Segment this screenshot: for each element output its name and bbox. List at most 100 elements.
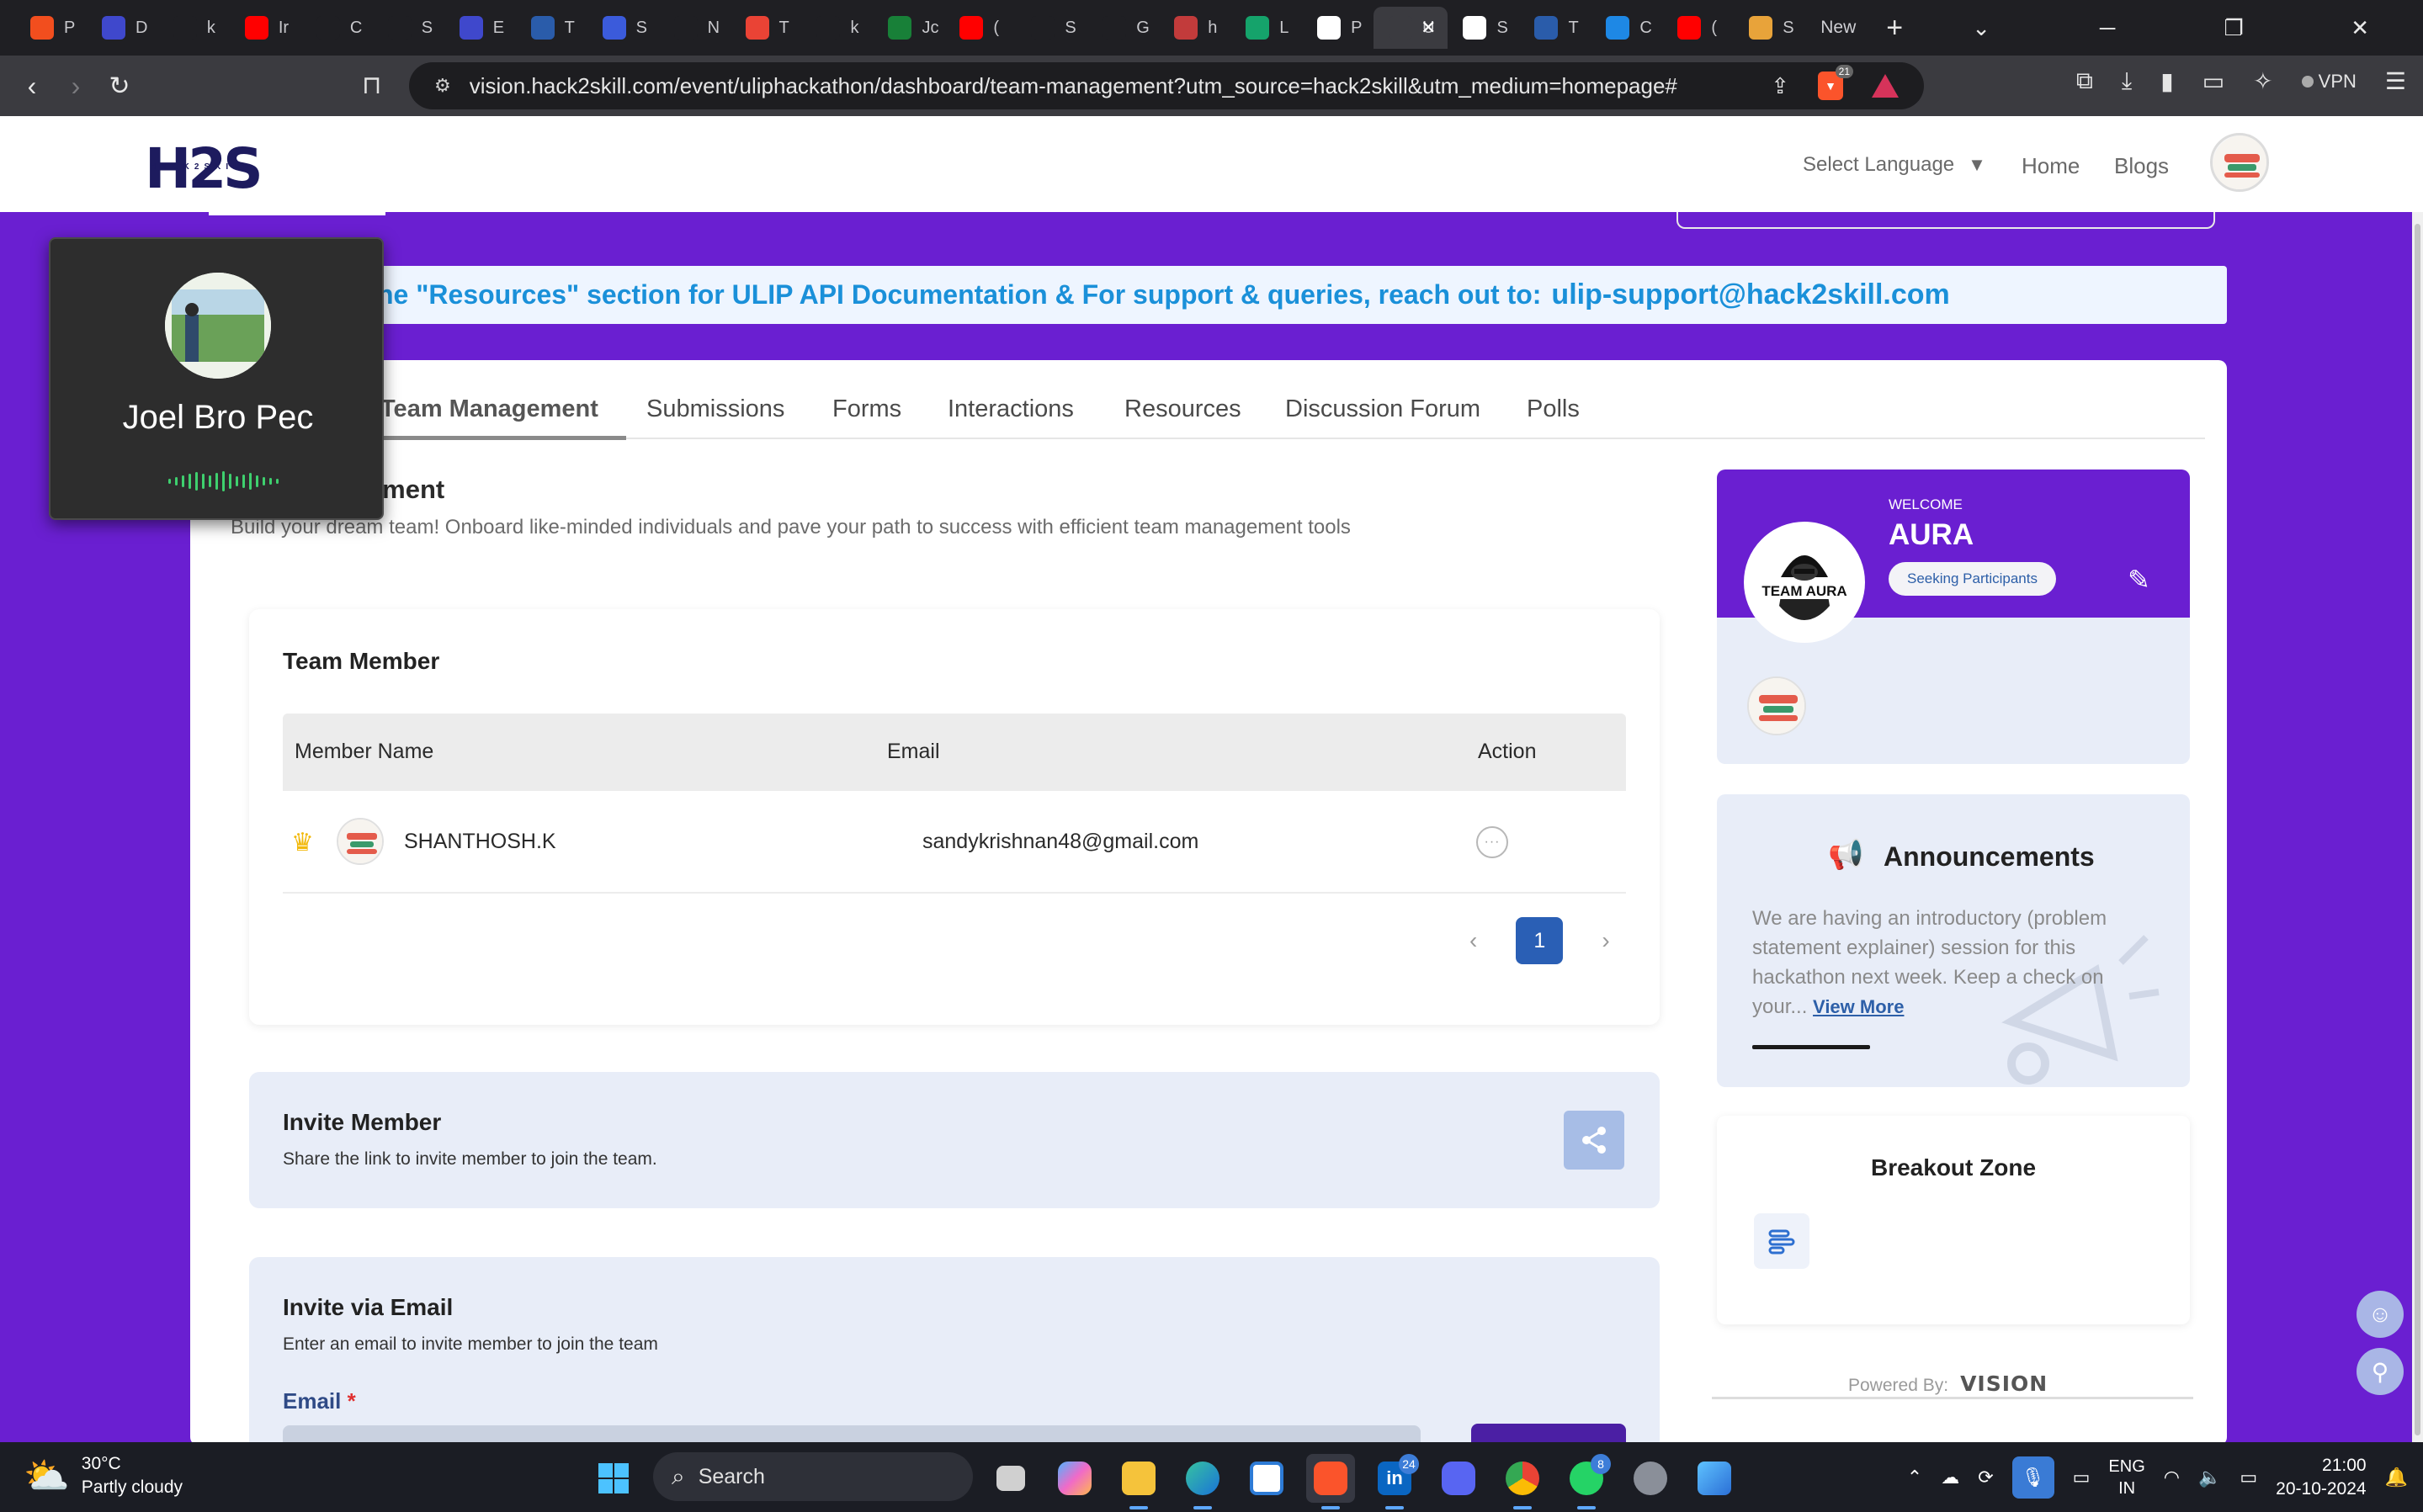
settings-icon[interactable] [1626, 1454, 1675, 1503]
tab-forms[interactable]: Forms [832, 395, 901, 423]
notifications-bell-icon[interactable]: 🔔 [2385, 1467, 2408, 1488]
close-tab-icon[interactable]: ✕ [1421, 17, 1436, 39]
share-icon[interactable] [1564, 1111, 1624, 1170]
page-number-button[interactable]: 1 [1516, 917, 1564, 964]
member-avatar-small[interactable] [1747, 676, 1806, 735]
browser-tab[interactable]: E [444, 7, 516, 49]
weather-widget[interactable]: ⛅ 30°C Partly cloudy [24, 1452, 183, 1499]
back-icon[interactable]: ‹ [10, 71, 54, 102]
start-button[interactable] [589, 1454, 638, 1503]
browser-tab[interactable]: T [516, 7, 587, 49]
close-window-icon[interactable]: ✕ [2297, 15, 2423, 41]
sync-icon[interactable]: ⟳ [1978, 1467, 1993, 1488]
tab-submissions[interactable]: Submissions [646, 395, 784, 423]
next-page-icon[interactable]: › [1602, 927, 1609, 954]
copilot-icon[interactable] [1050, 1454, 1099, 1503]
tab-search-chevron-icon[interactable]: ⌄ [1918, 15, 2044, 41]
volume-icon[interactable]: 🔈 [2198, 1467, 2221, 1488]
restore-icon[interactable]: ❐ [2171, 15, 2297, 41]
more-options-icon[interactable]: ··· [1476, 826, 1508, 858]
browser-tab[interactable]: D [87, 7, 158, 49]
whatsapp-icon[interactable]: 8 [1562, 1454, 1611, 1509]
display-icon[interactable]: ▭ [2073, 1467, 2091, 1488]
tab-polls[interactable]: Polls [1527, 395, 1580, 423]
browser-tab[interactable]: Jc [873, 7, 944, 49]
scrollbar-thumb[interactable] [2415, 224, 2420, 1435]
tab-team-management[interactable]: Team Management [380, 395, 598, 423]
browser-tab[interactable]: U ✕ [1374, 7, 1448, 49]
discord-icon[interactable] [1434, 1454, 1483, 1503]
browser-tab[interactable]: N [659, 7, 731, 49]
minimize-icon[interactable]: ─ [2044, 15, 2171, 41]
browser-tab[interactable]: Ir [230, 7, 301, 49]
linkedin-icon[interactable]: in 24 [1370, 1454, 1419, 1509]
file-explorer-icon[interactable] [1114, 1454, 1163, 1509]
brave-shields-icon[interactable]: ▼ 21 [1818, 65, 1853, 100]
forward-icon[interactable]: › [54, 71, 98, 102]
tab-resources[interactable]: Resources [1124, 395, 1241, 423]
browser-tab[interactable]: S [1448, 7, 1519, 49]
taskbar-search[interactable]: ⌕ Search [653, 1452, 973, 1501]
browser-tab[interactable]: T [731, 7, 802, 49]
brave-rewards-icon[interactable] [1872, 74, 1899, 98]
wifi-icon[interactable]: ◠ [2164, 1467, 2180, 1488]
nav-blogs-link[interactable]: Blogs [2114, 153, 2169, 179]
vpn-button[interactable]: VPN [2301, 71, 2357, 93]
reload-icon[interactable]: ↻ [98, 72, 141, 101]
browser-tab[interactable]: ( [1662, 7, 1734, 49]
browser-tab[interactable]: ( [944, 7, 1016, 49]
edge-icon[interactable] [1178, 1454, 1227, 1509]
tab-discussion-forum[interactable]: Discussion Forum [1285, 395, 1480, 423]
microphone-icon[interactable]: 🎙 [2011, 1456, 2054, 1499]
microsoft-store-icon[interactable] [1242, 1454, 1291, 1503]
onedrive-icon[interactable]: ☁ [1941, 1467, 1959, 1488]
photos-icon[interactable] [1690, 1454, 1739, 1503]
sidebar-icon[interactable]: ▮ [2160, 67, 2173, 95]
clock[interactable]: 21:00 20-10-2024 [2276, 1454, 2366, 1501]
tab-interactions[interactable]: Interactions [948, 395, 1074, 423]
bookmark-icon[interactable]: ⊓ [362, 71, 381, 100]
brave-browser-icon[interactable] [1306, 1454, 1355, 1509]
battery-icon[interactable]: ▭ [2240, 1467, 2257, 1488]
new-tab-label[interactable]: New [1805, 18, 1871, 38]
hack2skill-logo[interactable]: H2S HACK2SKILL [145, 136, 263, 201]
browser-tab[interactable]: C [1591, 7, 1662, 49]
url-text[interactable]: vision.hack2skill.com/event/uliphackatho… [470, 73, 1677, 99]
accessibility-icon[interactable]: ☺ [2357, 1291, 2404, 1338]
address-bar[interactable]: ⚙ vision.hack2skill.com/event/uliphackat… [409, 62, 1924, 109]
browser-tab[interactable]: P [15, 7, 87, 49]
edit-pencil-icon[interactable]: ✎ [2128, 564, 2150, 596]
site-info-icon[interactable]: ⚙ [434, 75, 451, 97]
new-tab-plus-icon[interactable]: + [1871, 12, 1918, 45]
browser-tab[interactable]: h [1159, 7, 1230, 49]
browser-tab[interactable]: S [1734, 7, 1805, 49]
browser-tab[interactable]: k [801, 7, 873, 49]
browser-tab[interactable]: S [587, 7, 659, 49]
nav-home-link[interactable]: Home [2022, 153, 2080, 179]
browser-tab[interactable]: C [301, 7, 373, 49]
task-view-icon[interactable] [986, 1454, 1035, 1503]
input-language[interactable]: ENG IN [2108, 1456, 2144, 1499]
prev-page-icon[interactable]: ‹ [1469, 927, 1477, 954]
leo-ai-icon[interactable]: ✧ [2253, 67, 2272, 95]
chat-support-icon[interactable]: ⚲ [2357, 1348, 2404, 1395]
menu-icon[interactable]: ☰ [2385, 67, 2406, 95]
chevron-up-icon[interactable]: ⌃ [1907, 1467, 1922, 1488]
wallet-icon[interactable]: ▭ [2202, 67, 2224, 95]
browser-tab[interactable]: k [158, 7, 230, 49]
browser-tab[interactable]: S [373, 7, 444, 49]
browser-tab[interactable]: G [1087, 7, 1159, 49]
page-scrollbar[interactable] [2412, 212, 2423, 1442]
support-email-link[interactable]: ulip-support@hack2skill.com [1551, 279, 1949, 311]
view-more-link[interactable]: View More [1813, 996, 1904, 1017]
browser-tab[interactable]: L [1230, 7, 1302, 49]
user-avatar[interactable] [2210, 133, 2269, 192]
downloads-icon[interactable]: ⤓ [2122, 67, 2132, 95]
language-selector[interactable]: Select Language ▼ [1803, 153, 1986, 177]
chrome-icon[interactable] [1498, 1454, 1547, 1509]
breakout-room-icon[interactable] [1754, 1213, 1809, 1269]
browser-tab[interactable]: P [1302, 7, 1374, 49]
browser-tab[interactable]: T [1519, 7, 1591, 49]
browser-tab[interactable]: S [1016, 7, 1087, 49]
extensions-icon[interactable]: ⧉ [2076, 67, 2093, 95]
